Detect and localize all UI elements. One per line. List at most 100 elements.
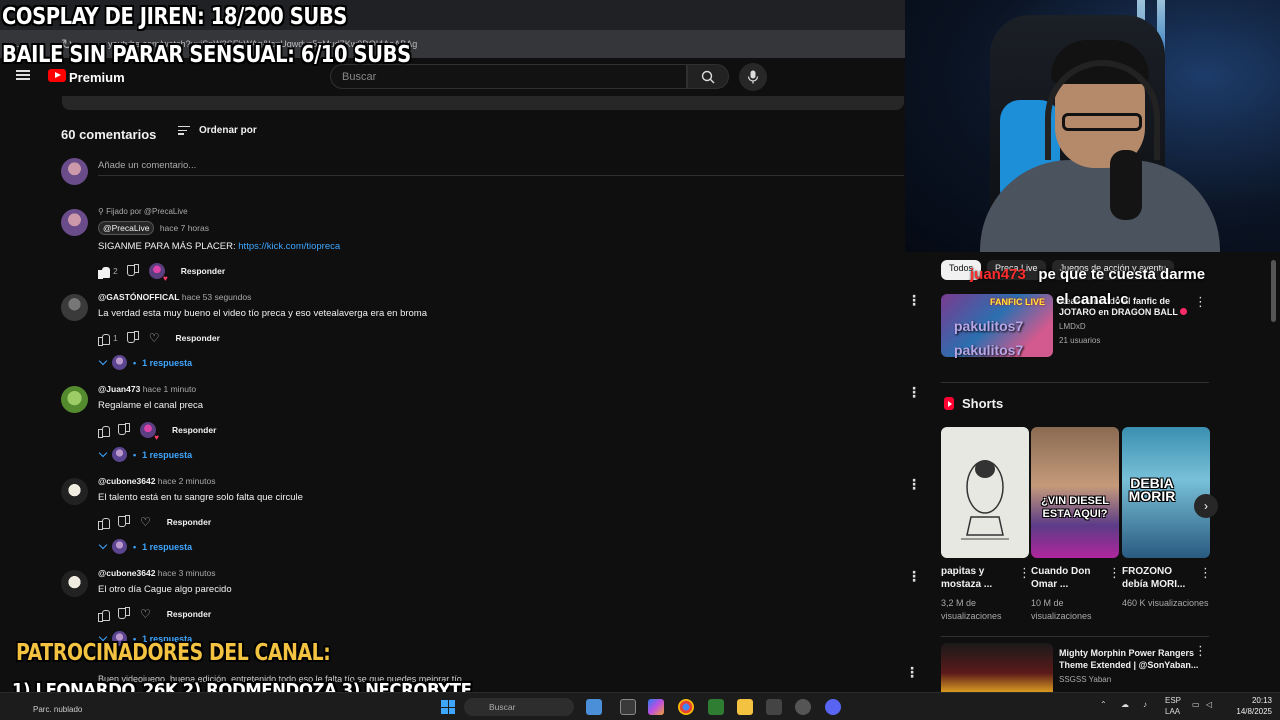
short-title[interactable]: FROZONO debía MORI... [1122,565,1198,591]
heart-icon[interactable]: ♡ [149,332,160,344]
video-thumbnail[interactable] [941,643,1053,693]
creator-heart-icon[interactable] [140,422,159,442]
comment-author[interactable]: @Juan473 [98,384,140,394]
chrome-icon[interactable] [678,699,694,715]
short-item[interactable]: ¿VIN DIESEL ESTA AQUI? Cuando Don Omar .… [1031,427,1121,623]
dislike-icon[interactable] [119,425,130,436]
comment-author[interactable]: @GASTÓNOFFICAL [98,292,179,302]
discord-icon[interactable] [825,699,841,715]
heart-icon[interactable]: ♡ [140,608,151,620]
clock[interactable]: 20:13 14/8/2025 [1222,695,1272,717]
comment-item: @Juan473 hace 1 minuto Regalame el canal… [61,384,921,462]
description-box[interactable] [62,96,904,110]
more-options-icon[interactable]: ⋮ [1018,565,1031,581]
more-options-icon[interactable] [907,292,921,309]
store-icon[interactable] [766,699,782,715]
short-title[interactable]: Cuando Don Omar ... [1031,565,1107,591]
add-comment-input[interactable]: Añade un comentario... [98,160,904,176]
menu-icon[interactable] [16,70,30,80]
short-item[interactable]: papitas y mostaza ... 3,2 M de visualiza… [941,427,1031,623]
more-options-icon[interactable] [907,568,921,585]
short-thumbnail[interactable] [941,427,1029,558]
replies-toggle[interactable]: • 1 respuesta [98,355,898,370]
video-title[interactable]: Mighty Morphin Power Rangers Theme Exten… [1059,647,1199,671]
volume-icon[interactable]: ◁ [1206,700,1212,709]
comment-author[interactable]: @cubone3642 [98,476,155,486]
youtube-logo-icon[interactable] [48,69,66,82]
comment-author[interactable]: @PrecaLive [98,221,155,235]
chevron-up-icon[interactable]: ⌃ [1100,700,1107,709]
microphone-tray-icon[interactable]: ♪ [1143,700,1147,709]
avatar[interactable] [61,478,88,505]
copilot-icon[interactable] [648,699,664,715]
reply-button[interactable]: Responder [172,425,216,435]
dislike-icon[interactable] [128,266,139,277]
sort-button[interactable]: Ordenar por [178,125,257,136]
comment-time[interactable]: hace 1 minuto [143,384,196,394]
avatar[interactable] [61,209,88,236]
like-icon[interactable] [98,517,110,530]
like-icon[interactable] [98,425,110,438]
chevron-down-icon [98,540,108,550]
comment-time[interactable]: hace 7 horas [160,223,209,233]
search-button[interactable] [687,64,729,89]
settings-gear-icon[interactable] [795,699,811,715]
windows-start-icon[interactable] [441,700,455,714]
replies-toggle[interactable]: • 1 respuesta [98,447,898,462]
viewer-count: 21 usuarios [1059,336,1101,345]
replies-toggle[interactable]: • 1 respuesta [98,539,898,554]
minecraft-icon[interactable] [708,699,724,715]
comments-count: 60 comentarios [61,127,157,142]
dislike-icon[interactable] [119,609,130,620]
comment-link[interactable]: https://kick.com/tiopreca [238,241,340,252]
dislike-icon[interactable] [128,333,139,344]
comment-time[interactable]: hace 53 segundos [182,292,251,302]
recommended-video[interactable]: Mighty Morphin Power Rangers Theme Exten… [941,643,1211,693]
short-thumbnail[interactable]: ¿VIN DIESEL ESTA AQUI? [1031,427,1119,558]
comment-actions: ♡ Responder [98,515,898,530]
creator-heart-icon[interactable] [148,263,168,283]
like-icon[interactable] [98,266,110,279]
language-indicator[interactable]: ESP LAA [1165,695,1181,717]
reply-button[interactable]: Responder [167,609,211,619]
dislike-icon[interactable] [119,517,130,528]
youtube-brand-label[interactable]: Premium [69,70,125,85]
search-icon [701,70,715,83]
voice-search-button[interactable] [739,63,767,91]
reply-button[interactable]: Responder [167,517,211,527]
more-options-icon[interactable]: ⋮ [1108,565,1121,581]
more-options-icon[interactable] [907,384,921,401]
more-options-icon[interactable] [907,476,921,493]
weather-widget[interactable]: Parc. nublado [33,705,82,714]
channel-name[interactable]: SSGSS Yaban [1059,675,1111,684]
avatar[interactable] [61,570,88,597]
next-arrow-button[interactable]: › [1194,494,1218,518]
more-options-icon[interactable]: ⋮ [1194,643,1207,659]
more-options-icon[interactable] [905,664,919,681]
game-app-icon[interactable] [586,699,602,715]
reply-button[interactable]: Responder [176,333,220,343]
chevron-right-icon: › [1204,499,1208,513]
task-view-icon[interactable] [620,699,636,715]
comment-actions: 1 ♡ Responder [98,331,898,346]
like-icon[interactable] [98,609,110,622]
more-options-icon[interactable]: ⋮ [1194,294,1207,310]
short-title[interactable]: papitas y mostaza ... [941,565,1017,591]
file-explorer-icon[interactable] [737,699,753,715]
network-icon[interactable]: ▭ [1192,700,1200,709]
taskbar-search[interactable]: Buscar [464,698,574,716]
like-icon[interactable] [98,333,110,346]
channel-name[interactable]: LMDxD [1059,322,1086,331]
heart-icon[interactable]: ♡ [140,516,151,528]
more-options-icon[interactable]: ⋮ [1199,565,1212,581]
comment-time[interactable]: hace 3 minutos [158,568,216,578]
comment-time[interactable]: hace 2 minutos [158,476,216,486]
cloud-icon[interactable]: ☁ [1121,700,1129,709]
short-item[interactable]: DEBIA MORIR FROZONO debía MORI... 460 K … [1122,427,1212,610]
avatar[interactable] [61,386,88,413]
reply-button[interactable]: Responder [181,266,225,276]
avatar[interactable] [61,294,88,321]
scrollbar[interactable] [1271,260,1276,322]
short-thumbnail[interactable]: DEBIA MORIR [1122,427,1210,558]
comment-author[interactable]: @cubone3642 [98,568,155,578]
